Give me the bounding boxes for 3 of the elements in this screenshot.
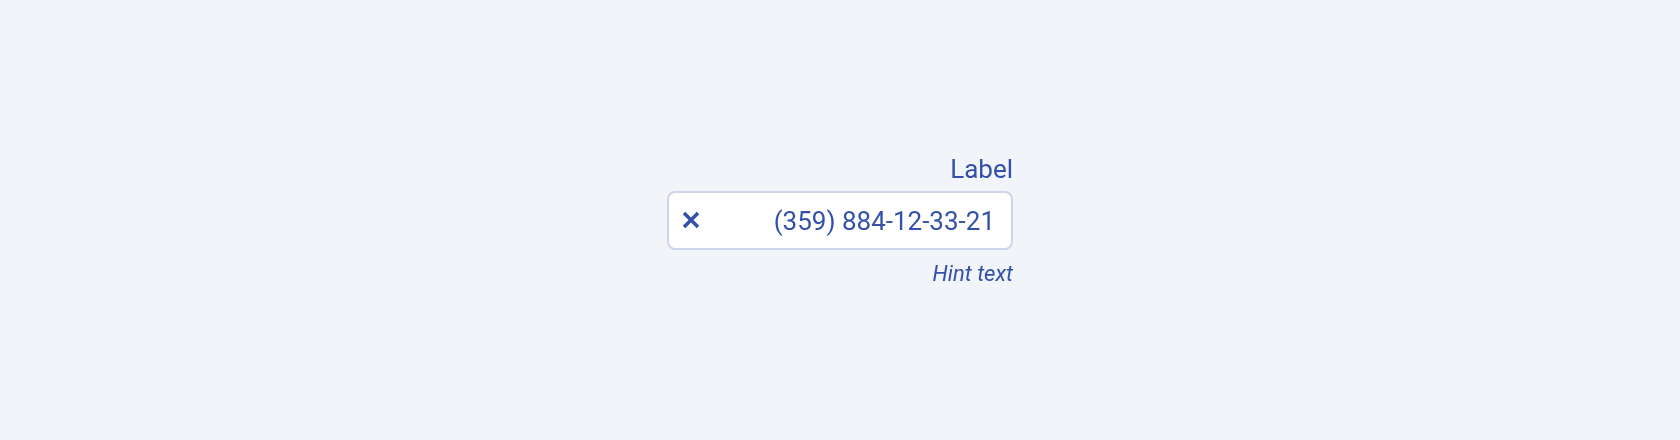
- phone-input-field[interactable]: (359) 884-12-33-21: [667, 191, 1013, 250]
- hint-text: Hint text: [932, 260, 1013, 288]
- field-label: Label: [950, 153, 1013, 185]
